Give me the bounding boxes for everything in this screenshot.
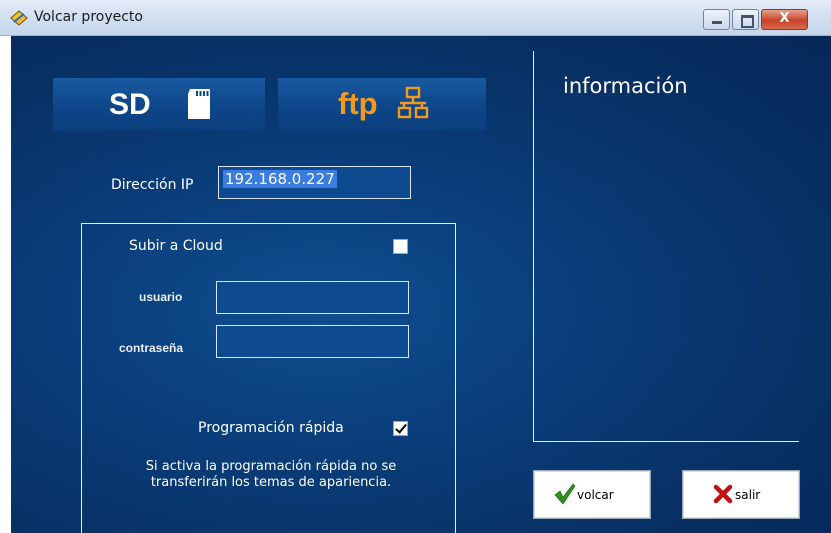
salir-label: salir — [735, 488, 761, 502]
sd-card-icon — [188, 89, 210, 119]
username-field[interactable] — [216, 281, 409, 314]
quick-programming-checkbox[interactable] — [393, 421, 408, 436]
close-icon[interactable]: X — [761, 9, 808, 30]
quick-note-line-1: Si activa la programación rápida no se — [145, 459, 397, 474]
x-icon — [713, 484, 733, 504]
pencil-diamond-icon — [10, 10, 28, 26]
tab-ftp-label: ftp — [338, 86, 378, 121]
upload-cloud-label: Subir a Cloud — [129, 238, 223, 254]
window-title: Volcar proyecto — [34, 9, 143, 25]
username-label: usuario — [139, 290, 183, 304]
password-label: contraseña — [119, 341, 184, 355]
client-area: SD ftp Dirección IP 192.168.0.227 Subir … — [11, 36, 831, 533]
maximize-icon[interactable] — [732, 9, 759, 30]
window-left-border — [0, 36, 11, 533]
quick-note-line-2: transferirán los temas de apariencia. — [150, 475, 392, 490]
password-field[interactable] — [216, 325, 409, 358]
tab-ftp[interactable]: ftp — [278, 78, 486, 131]
tab-sd-label: SD — [109, 88, 151, 121]
volcar-proyecto-window: Volcar proyecto X SD ftp Dirección IP 19… — [0, 0, 831, 533]
tab-sd[interactable]: SD — [53, 78, 265, 131]
title-bar[interactable]: Volcar proyecto X — [0, 0, 831, 36]
volcar-button[interactable]: volcar — [533, 470, 651, 519]
info-panel — [533, 51, 799, 442]
salir-button[interactable]: salir — [682, 470, 800, 519]
quick-programming-label: Programación rápida — [198, 420, 344, 436]
ip-address-value: 192.168.0.227 — [223, 170, 337, 188]
ip-address-label: Dirección IP — [111, 177, 194, 193]
check-icon — [554, 483, 576, 505]
ip-address-field[interactable]: 192.168.0.227 — [218, 166, 411, 199]
minimize-icon[interactable] — [703, 9, 730, 30]
quick-programming-note: Si activa la programación rápida no se t… — [106, 459, 436, 491]
info-title: información — [563, 74, 688, 98]
close-glyph: X — [779, 11, 790, 26]
network-icon — [397, 86, 429, 119]
volcar-label: volcar — [577, 488, 614, 502]
upload-cloud-checkbox[interactable] — [393, 239, 408, 254]
